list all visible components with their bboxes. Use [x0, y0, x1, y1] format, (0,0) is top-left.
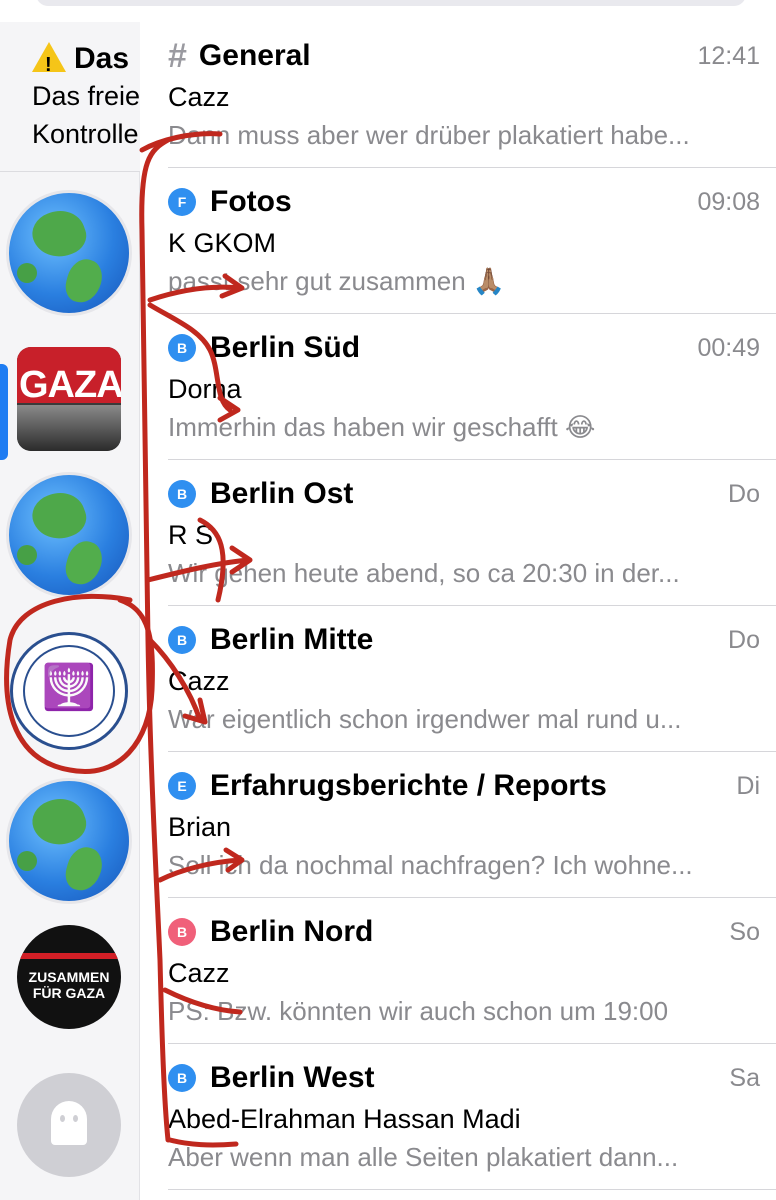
channel-time: 00:49: [697, 334, 760, 362]
message-preview: Dann muss aber wer drüber plakatiert hab…: [168, 120, 690, 150]
server-zusammen-fuer-gaza[interactable]: ZUSAMMEN FÜR GAZA: [6, 914, 132, 1040]
channel-title: Berlin Süd: [210, 331, 361, 364]
hashtag-icon: #: [168, 37, 187, 75]
server-mossad[interactable]: 🕎: [6, 628, 132, 754]
last-sender: K GKOM: [168, 228, 277, 258]
globe-icon: [6, 190, 132, 316]
chat-bubble-icon: B: [168, 480, 196, 508]
last-sender: Cazz: [168, 666, 230, 696]
server-description-line-1: Das freie: [32, 81, 140, 111]
channel-row-erfahrungsberichte[interactable]: E Erfahrugsberichte / Reports Di Brian S…: [140, 752, 776, 898]
server-globe-2[interactable]: [6, 472, 132, 598]
last-sender: Dorna: [168, 374, 242, 404]
channel-time: Do: [728, 480, 760, 508]
channel-row-berlin-ost[interactable]: B Berlin Ost Do R S Wir gehen heute aben…: [140, 460, 776, 606]
server-header[interactable]: Das Das freie Kontrolle: [0, 22, 140, 172]
channel-title: Berlin Ost: [210, 477, 354, 510]
server-description-line-2: Kontrolle: [32, 119, 139, 149]
message-preview: War eigentlich schon irgendwer mal rund …: [168, 704, 682, 734]
last-sender: R S: [168, 520, 214, 550]
channel-row-berlin-sued[interactable]: B Berlin Süd 00:49 Dorna Immerhin das ha…: [140, 314, 776, 460]
globe-icon: [6, 778, 132, 904]
server-rail: Das Das freie Kontrolle GAZA 🕎 ZUSAMMEN …: [0, 22, 140, 1200]
last-sender: Brian: [168, 812, 232, 842]
menorah-icon: 🕎: [10, 632, 128, 750]
server-ghost[interactable]: [6, 1062, 132, 1188]
channel-title: General: [198, 39, 311, 72]
row-divider: [168, 1189, 776, 1190]
search-bar[interactable]: [36, 0, 746, 6]
channel-time: So: [729, 918, 760, 946]
chat-bubble-icon: B: [168, 626, 196, 654]
last-sender: Abed-Elrahman Hassan Madi: [168, 1104, 521, 1134]
message-preview: Immerhin das haben wir geschafft 😂: [168, 412, 596, 442]
last-sender: Cazz: [168, 82, 230, 112]
chat-bubble-icon: B: [168, 334, 196, 362]
globe-icon: [6, 472, 132, 598]
message-preview: PS: Bzw. könnten wir auch schon um 19:00: [168, 996, 669, 1026]
channel-title: Berlin West: [210, 1061, 375, 1094]
channel-list: # General 12:41 Cazz Dann muss aber wer …: [140, 22, 776, 1200]
server-globe-3[interactable]: [6, 778, 132, 904]
warning-icon: [32, 42, 66, 82]
gaza-avatar: GAZA: [17, 347, 121, 451]
channel-title: Berlin Mitte: [210, 623, 374, 656]
message-preview: Wir gehen heute abend, so ca 20:30 in de…: [168, 558, 680, 588]
channel-title: Erfahrugsberichte / Reports: [210, 769, 607, 802]
server-gaza[interactable]: GAZA: [6, 336, 132, 462]
channel-row-fotos[interactable]: F Fotos 09:08 K GKOM passt sehr gut zusa…: [140, 168, 776, 314]
message-preview: Aber wenn man alle Seiten plakatiert dan…: [168, 1142, 679, 1172]
channel-time: Sa: [729, 1064, 760, 1092]
channel-time: 09:08: [697, 188, 760, 216]
channel-row-berlin-west[interactable]: B Berlin West Sa Abed-Elrahman Hassan Ma…: [140, 1044, 776, 1190]
channel-row-general[interactable]: # General 12:41 Cazz Dann muss aber wer …: [140, 22, 776, 168]
ghost-icon: [17, 1073, 121, 1177]
channel-title: Berlin Nord: [210, 915, 374, 948]
chat-bubble-icon: B: [168, 918, 196, 946]
message-preview: passt sehr gut zusammen 🙏🏽: [168, 266, 506, 296]
channel-time: Di: [736, 772, 760, 800]
server-title: Das: [32, 42, 129, 82]
last-sender: Cazz: [168, 958, 230, 988]
channel-row-berlin-nord[interactable]: B Berlin Nord So Cazz PS: Bzw. könnten w…: [140, 898, 776, 1044]
channel-row-berlin-mitte[interactable]: B Berlin Mitte Do Cazz War eigentlich sc…: [140, 606, 776, 752]
channel-time: Do: [728, 626, 760, 654]
chat-bubble-icon: B: [168, 1064, 196, 1092]
channel-time: 12:41: [697, 42, 760, 70]
message-preview: Soll ich da nochmal nachfragen? Ich wohn…: [168, 850, 693, 880]
chat-bubble-icon: E: [168, 772, 196, 800]
chat-bubble-icon: F: [168, 188, 196, 216]
channel-title: Fotos: [210, 185, 292, 218]
zusammen-avatar: ZUSAMMEN FÜR GAZA: [17, 925, 121, 1029]
server-globe-1[interactable]: [6, 190, 132, 316]
